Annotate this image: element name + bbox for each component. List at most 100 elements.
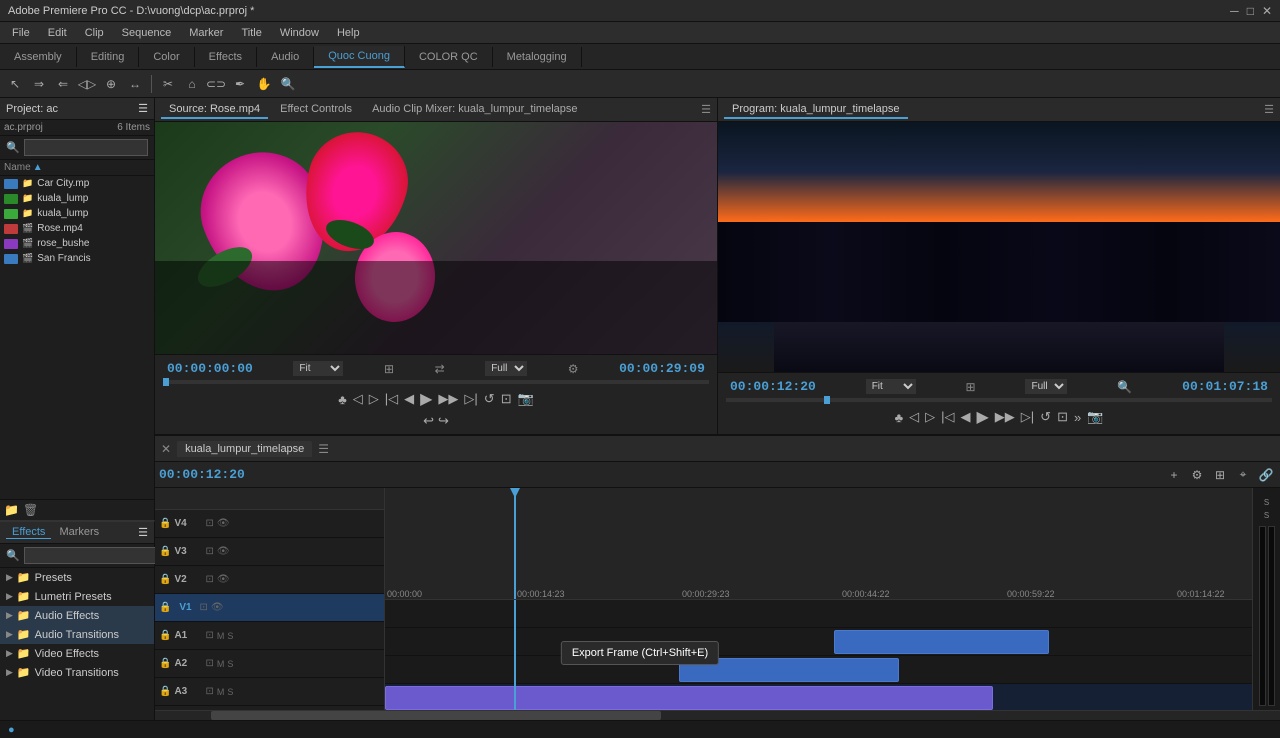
mute-btn[interactable]: M — [217, 659, 225, 669]
program-step-back-btn[interactable]: ◀ — [960, 409, 970, 425]
track-row-v1[interactable] — [385, 684, 1252, 711]
new-bin-btn[interactable]: 📁 — [4, 503, 19, 517]
sync-icon[interactable]: ⊡ — [205, 574, 213, 585]
lock-icon[interactable]: 🔒 — [159, 574, 171, 585]
sync-icon[interactable]: ⊡ — [205, 686, 213, 697]
source-add-marker-btn[interactable]: ♣ — [338, 392, 347, 407]
lock-icon[interactable]: 🔒 — [159, 602, 171, 613]
program-more-btn[interactable]: » — [1074, 410, 1081, 425]
source-mark-in-btn[interactable]: ◁ — [353, 391, 363, 407]
timeline-tools-btn[interactable]: ⊞ — [1210, 465, 1230, 485]
slip-tool[interactable]: ⌂ — [181, 73, 203, 95]
tab-color[interactable]: Color — [139, 47, 194, 67]
program-safe-margin-btn[interactable]: ⊡ — [1057, 409, 1068, 425]
program-fit-select[interactable]: Fit 25% 50% 75% 100% — [866, 379, 916, 394]
project-item[interactable]: 📁 kuala_lump — [0, 191, 154, 206]
program-play-btn[interactable]: ▶ — [976, 407, 988, 427]
track-row-v4[interactable] — [385, 600, 1252, 628]
menu-clip[interactable]: Clip — [77, 25, 112, 41]
program-safe-btn[interactable]: ⊞ — [966, 380, 976, 394]
source-menu-btn[interactable]: ☰ — [701, 103, 711, 116]
clip-v3[interactable] — [834, 630, 1049, 654]
delete-btn[interactable]: 🗑 — [23, 503, 38, 517]
source-mark-out-btn[interactable]: ▷ — [369, 391, 379, 407]
hscroll-thumb[interactable] — [211, 711, 661, 720]
timeline-ruler[interactable]: 00:00:00 00:00:14:23 00:00:29:23 00:00:4… — [385, 488, 1252, 600]
solo-btn[interactable]: S — [227, 687, 233, 697]
project-item[interactable]: 🎬 Rose.mp4 — [0, 221, 154, 236]
menu-title[interactable]: Title — [233, 25, 269, 41]
tab-assembly[interactable]: Assembly — [0, 47, 77, 67]
category-lumetri[interactable]: ▶ 📁 Lumetri Presets — [0, 587, 154, 606]
menu-marker[interactable]: Marker — [181, 25, 231, 41]
category-video-effects[interactable]: ▶ 📁 Video Effects — [0, 644, 154, 663]
pen-tool[interactable]: ✒ — [229, 73, 251, 95]
project-item[interactable]: 🎬 San Francis — [0, 251, 154, 266]
source-step-fwd-btn[interactable]: ▶▶ — [438, 391, 458, 407]
tab-quoc-cuong[interactable]: Quoc Cuong — [314, 46, 405, 68]
program-zoom-btn[interactable]: 🔍 — [1117, 380, 1132, 394]
timeline-snap-btn[interactable]: ⌖ — [1233, 465, 1253, 485]
program-full-select[interactable]: Full Half — [1025, 379, 1067, 394]
source-overwrite-btn[interactable]: ↪ — [438, 413, 449, 429]
sort-arrow[interactable]: ▲ — [33, 162, 43, 173]
source-step-back-btn[interactable]: ◀ — [404, 391, 414, 407]
lock-icon[interactable]: 🔒 — [159, 546, 171, 557]
maximize-btn[interactable]: □ — [1247, 4, 1254, 18]
vis-icon[interactable]: 👁 — [217, 574, 230, 585]
program-timecode[interactable]: 00:00:12:20 — [730, 379, 816, 394]
rolling-edit[interactable]: ⊕ — [100, 73, 122, 95]
selection-tool[interactable]: ↖ — [4, 73, 26, 95]
lock-icon[interactable]: 🔒 — [159, 630, 171, 641]
source-btn-export[interactable]: ⇄ — [435, 362, 445, 376]
slide-tool[interactable]: ⊂⊃ — [205, 73, 227, 95]
project-item[interactable]: 📁 Car City.mp — [0, 176, 154, 191]
solo-btn[interactable]: S — [227, 659, 233, 669]
seq-menu-btn[interactable]: ☰ — [318, 442, 329, 456]
program-mark-in-btn[interactable]: ◁ — [909, 409, 919, 425]
source-camera-btn[interactable]: 📷 — [518, 391, 534, 407]
clip-v2[interactable] — [679, 658, 899, 682]
category-presets[interactable]: ▶ 📁 Presets — [0, 568, 154, 587]
vis-icon[interactable]: 👁 — [217, 546, 230, 557]
menu-edit[interactable]: Edit — [40, 25, 75, 41]
source-btn-safe[interactable]: ⊞ — [384, 362, 394, 376]
project-menu-btn[interactable]: ☰ — [138, 102, 148, 115]
clip-v1[interactable] — [385, 686, 993, 710]
program-go-in-btn[interactable]: |◁ — [941, 409, 954, 425]
track-select-bwd[interactable]: ⇐ — [52, 73, 74, 95]
tab-effects-panel[interactable]: Effects — [6, 526, 51, 539]
tab-color-qc[interactable]: COLOR QC — [405, 47, 493, 67]
source-play-btn[interactable]: ▶ — [420, 389, 432, 409]
tab-audio[interactable]: Audio — [257, 47, 314, 67]
mute-btn[interactable]: M — [217, 631, 225, 641]
minimize-btn[interactable]: ─ — [1230, 4, 1239, 18]
program-add-marker-btn[interactable]: ♣ — [895, 410, 904, 425]
sequence-tab[interactable]: kuala_lumpur_timelapse — [177, 441, 312, 457]
source-full-select[interactable]: Full Half — [485, 361, 527, 376]
ripple-edit[interactable]: ◁▷ — [76, 73, 98, 95]
menu-sequence[interactable]: Sequence — [114, 25, 180, 41]
program-loop-btn[interactable]: ↺ — [1040, 409, 1051, 425]
category-audio-effects[interactable]: ▶ 📁 Audio Effects — [0, 606, 154, 625]
track-select-fwd[interactable]: ⇒ — [28, 73, 50, 95]
vis-icon[interactable]: 👁 — [217, 518, 230, 529]
tab-metalogging[interactable]: Metalogging — [493, 47, 582, 67]
menu-window[interactable]: Window — [272, 25, 327, 41]
source-fit-select[interactable]: Fit 25% 50% 75% 100% — [293, 361, 343, 376]
source-loop-btn[interactable]: ↺ — [484, 391, 495, 407]
zoom-tool[interactable]: 🔍 — [277, 73, 299, 95]
lock-icon[interactable]: 🔒 — [159, 658, 171, 669]
category-audio-transitions[interactable]: ▶ 📁 Audio Transitions — [0, 625, 154, 644]
track-row-v3[interactable] — [385, 628, 1252, 656]
vis-icon[interactable]: 👁 — [211, 602, 224, 613]
timeline-timecode[interactable]: 00:00:12:20 — [159, 467, 245, 482]
program-camera-btn[interactable]: 📷 — [1087, 409, 1103, 425]
close-timeline-btn[interactable]: ✕ — [161, 442, 171, 456]
timeline-settings-btn[interactable]: ⚙ — [1187, 465, 1207, 485]
lock-icon[interactable]: 🔒 — [159, 518, 171, 529]
tab-markers[interactable]: Markers — [53, 526, 105, 539]
category-video-transitions[interactable]: ▶ 📁 Video Transitions — [0, 663, 154, 682]
project-item[interactable]: 📁 kuala_lump — [0, 206, 154, 221]
program-go-out-btn[interactable]: ▷| — [1021, 409, 1034, 425]
